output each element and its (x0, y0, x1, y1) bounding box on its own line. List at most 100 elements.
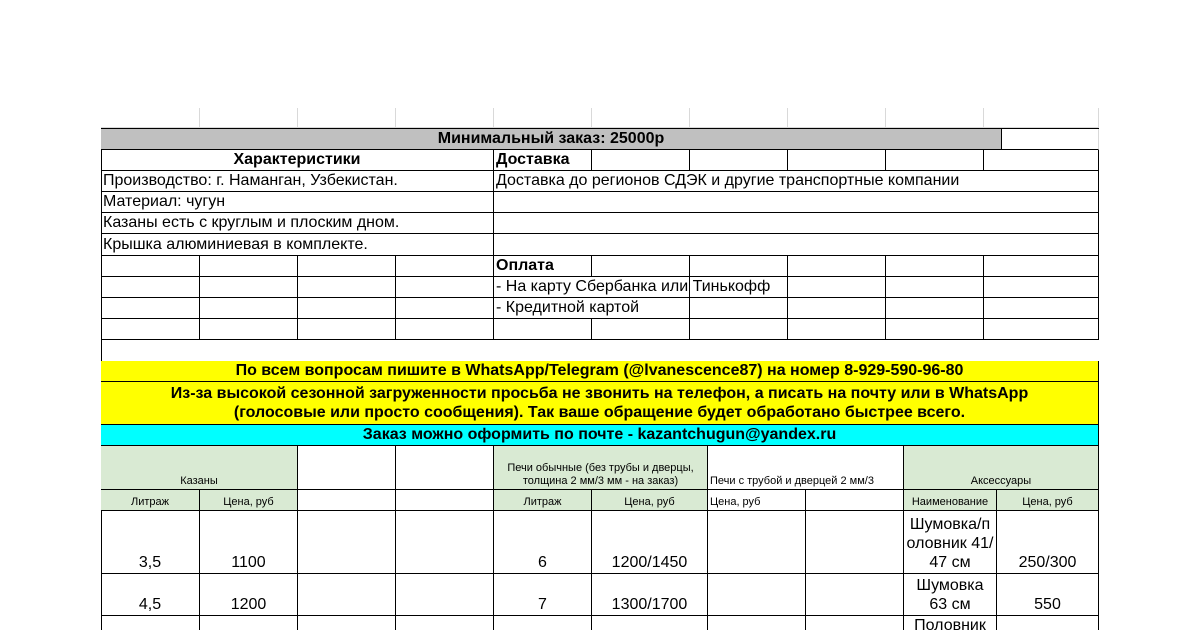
stove-price-cell[interactable]: 1300/1700 (592, 574, 708, 616)
acc-name-cell[interactable]: Половник (904, 616, 997, 630)
char-line-bottom[interactable]: Казаны есть с круглым и плоским дном. (101, 213, 494, 234)
grid-cell[interactable] (984, 298, 1099, 319)
grid-cell[interactable] (200, 108, 298, 128)
characteristics-header[interactable]: Характеристики (101, 150, 494, 171)
stove-volume-cell[interactable]: 7 (494, 574, 592, 616)
grid-cell[interactable] (298, 277, 396, 298)
grid-cell[interactable] (494, 108, 592, 128)
grid-cell[interactable] (592, 319, 690, 340)
grid-cell[interactable] (200, 277, 298, 298)
kazan-volume-cell[interactable]: 4,5 (101, 574, 200, 616)
stoves-plain-section-header[interactable]: Печи обычные (без трубы и дверцы, толщин… (494, 446, 708, 490)
grid-cell[interactable] (806, 574, 904, 616)
grid-cell[interactable] (806, 490, 904, 511)
grid-cell[interactable] (886, 108, 984, 128)
grid-cell[interactable] (101, 256, 200, 277)
grid-cell[interactable] (886, 298, 984, 319)
char-line-lid[interactable]: Крышка алюминиевая в комплекте. (101, 234, 494, 256)
acc-price-cell[interactable]: 250/300 (997, 511, 1099, 574)
payment-line-card[interactable]: - На карту Сбербанка или Тинькофф (494, 277, 770, 298)
grid-cell[interactable] (396, 277, 494, 298)
acc-price-header[interactable]: Цена, руб (997, 490, 1099, 511)
grid-cell[interactable] (984, 150, 1099, 171)
grid-cell[interactable] (708, 511, 806, 574)
grid-cell[interactable] (396, 616, 494, 630)
grid-cell[interactable] (886, 319, 984, 340)
grid-cell[interactable] (708, 616, 806, 630)
grid-cell[interactable] (592, 108, 690, 128)
grid-cell[interactable] (298, 616, 396, 630)
grid-cell[interactable] (101, 298, 200, 319)
grid-cell[interactable] (690, 150, 788, 171)
grid-cell[interactable] (788, 256, 886, 277)
min-order-cell[interactable]: Минимальный заказ: 25000р (101, 129, 1002, 150)
acc-price-cell[interactable] (997, 616, 1099, 630)
accessories-section-header[interactable]: Аксессуары (904, 446, 1099, 490)
grid-cell[interactable] (984, 277, 1099, 298)
grid-cell[interactable] (788, 277, 886, 298)
grid-cell[interactable] (101, 319, 200, 340)
grid-cell[interactable] (494, 192, 1099, 213)
grid-cell[interactable] (298, 108, 396, 128)
grid-cell[interactable] (298, 319, 396, 340)
grid-cell[interactable] (806, 511, 904, 574)
kazan-price-cell[interactable]: 1100 (200, 511, 298, 574)
acc-name-cell[interactable]: Шумовка/половник 41/47 см (904, 511, 997, 574)
grid-cell[interactable] (886, 150, 984, 171)
grid-cell[interactable] (708, 574, 806, 616)
grid-cell[interactable] (494, 319, 592, 340)
grid-cell[interactable] (690, 256, 788, 277)
grid-cell[interactable] (690, 298, 788, 319)
grid-cell[interactable] (396, 511, 494, 574)
grid-cell[interactable] (984, 256, 1099, 277)
stoves-volume-header[interactable]: Литраж (494, 490, 592, 511)
char-line-material[interactable]: Материал: чугун (101, 192, 494, 213)
grid-cell[interactable] (298, 256, 396, 277)
kazany-volume-header[interactable]: Литраж (101, 490, 200, 511)
email-notice[interactable]: Заказ можно оформить по почте - kazantch… (101, 425, 1099, 446)
grid-cell[interactable] (396, 298, 494, 319)
load-notice[interactable]: Из-за высокой сезонной загруженности про… (101, 382, 1099, 425)
grid-cell[interactable] (200, 298, 298, 319)
grid-cell[interactable] (396, 446, 494, 490)
stove-volume-cell[interactable]: 6 (494, 511, 592, 574)
acc-name-cell[interactable]: Шумовка 63 см (904, 574, 997, 616)
payment-header[interactable]: Оплата (494, 256, 592, 277)
grid-cell[interactable] (396, 574, 494, 616)
grid-cell[interactable] (396, 319, 494, 340)
acc-price-cell[interactable]: 550 (997, 574, 1099, 616)
grid-cell[interactable] (101, 277, 200, 298)
stove-volume-cell[interactable] (494, 616, 592, 630)
grid-cell[interactable] (788, 108, 886, 128)
grid-cell[interactable] (396, 108, 494, 128)
grid-cell[interactable] (298, 298, 396, 319)
grid-cell[interactable] (788, 319, 886, 340)
kazan-price-cell[interactable]: 1200 (200, 574, 298, 616)
grid-cell[interactable] (200, 319, 298, 340)
grid-cell[interactable] (984, 319, 1099, 340)
grid-cell[interactable] (298, 490, 396, 511)
kazan-price-cell[interactable] (200, 616, 298, 630)
grid-cell[interactable] (886, 277, 984, 298)
grid-cell[interactable] (298, 574, 396, 616)
grid-cell[interactable] (396, 256, 494, 277)
grid-cell[interactable] (690, 319, 788, 340)
acc-name-header[interactable]: Наименование (904, 490, 997, 511)
kazan-volume-cell[interactable] (101, 616, 200, 630)
grid-cell[interactable] (788, 150, 886, 171)
whatsapp-notice[interactable]: По всем вопросам пишите в WhatsApp/Teleg… (101, 361, 1099, 382)
kazany-section-header[interactable]: Казаны (101, 446, 298, 490)
grid-cell[interactable] (101, 108, 200, 128)
grid-cell[interactable] (298, 446, 396, 490)
grid-cell[interactable] (200, 256, 298, 277)
pipe-price-header[interactable]: Цена, руб (708, 490, 806, 511)
stoves-pipe-section-header[interactable]: Печи с трубой и дверцей 2 мм/3 (708, 446, 904, 490)
grid-cell[interactable] (806, 616, 904, 630)
grid-cell[interactable] (494, 234, 1099, 256)
stove-price-cell[interactable]: 1200/1450 (592, 511, 708, 574)
grid-cell[interactable] (592, 256, 690, 277)
kazany-price-header[interactable]: Цена, руб (200, 490, 298, 511)
grid-cell[interactable] (886, 256, 984, 277)
grid-cell[interactable] (298, 511, 396, 574)
char-line-production[interactable]: Производство: г. Наманган, Узбекистан. (101, 171, 494, 192)
